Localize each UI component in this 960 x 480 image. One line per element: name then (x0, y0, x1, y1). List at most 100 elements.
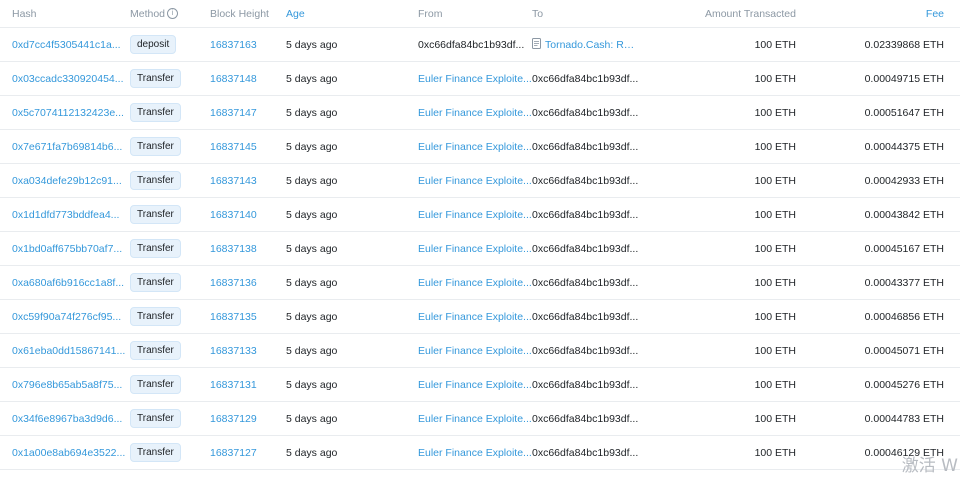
from-address-link[interactable]: Euler Finance Exploite... (418, 345, 532, 357)
header-fee[interactable]: Fee (812, 0, 960, 28)
tx-hash-link[interactable]: 0x1a00e8ab694e3522... (12, 447, 125, 459)
block-link[interactable]: 16837145 (210, 141, 257, 153)
from-address-link[interactable]: Euler Finance Exploite... (418, 209, 532, 221)
fee-cell: 0.00049715 ETH (812, 61, 960, 96)
block-link[interactable]: 16837148 (210, 73, 257, 85)
from-address-link[interactable]: Euler Finance Exploite... (418, 413, 532, 425)
block-link[interactable]: 16837135 (210, 311, 257, 323)
method-badge: Transfer (130, 69, 181, 88)
tx-hash-link[interactable]: 0x61eba0dd15867141... (12, 345, 125, 357)
to-address-link[interactable]: 0xc66dfa84bc1b93df... (532, 243, 638, 255)
tx-hash-cell: 0xa680af6b916cc1a8f... (0, 265, 130, 300)
block-link[interactable]: 16837147 (210, 107, 257, 119)
table-row[interactable]: 0x61eba0dd15867141... Transfer 16837133 … (0, 333, 960, 368)
method-badge: Transfer (130, 375, 181, 394)
tx-hash-link[interactable]: 0xa034defe29b12c91... (12, 175, 122, 187)
tx-hash-cell: 0x61eba0dd15867141... (0, 333, 130, 368)
tx-hash-link[interactable]: 0x1d1dfd773bddfea4... (12, 209, 119, 221)
to-cell: Tornado.Cash: Rou... (532, 27, 652, 62)
from-address-link[interactable]: Euler Finance Exploite... (418, 73, 532, 85)
table-row[interactable]: 0x796e8b65ab5a8f75... Transfer 16837131 … (0, 367, 960, 402)
fee-text: 0.00044783 ETH (864, 412, 944, 425)
info-icon[interactable]: i (167, 8, 179, 20)
block-link[interactable]: 16837140 (210, 209, 257, 221)
to-address-link[interactable]: 0xc66dfa84bc1b93df... (532, 141, 638, 153)
from-address-link[interactable]: 0xc66dfa84bc1b93df... (418, 39, 524, 51)
tx-hash-link[interactable]: 0x03ccadc330920454... (12, 73, 124, 85)
fee-text: 0.00051647 ETH (864, 106, 944, 119)
to-address-link[interactable]: 0xc66dfa84bc1b93df... (532, 73, 638, 85)
from-address-link[interactable]: Euler Finance Exploite... (418, 447, 532, 459)
table-row[interactable]: 0x03ccadc330920454... Transfer 16837148 … (0, 61, 960, 96)
to-address-link[interactable]: 0xc66dfa84bc1b93df... (532, 277, 638, 289)
amount-cell: 100 ETH (652, 27, 812, 62)
age-cell: 5 days ago (286, 401, 418, 436)
table-row[interactable]: 0x1d1dfd773bddfea4... Transfer 16837140 … (0, 197, 960, 232)
tx-hash-link[interactable]: 0x7e671fa7b69814b6... (12, 141, 122, 153)
block-link[interactable]: 16837133 (210, 345, 257, 357)
table-row[interactable]: 0x7e671fa7b69814b6... Transfer 16837145 … (0, 129, 960, 164)
amount-cell: 100 ETH (652, 61, 812, 96)
from-address-link[interactable]: Euler Finance Exploite... (418, 311, 532, 323)
to-address-link[interactable]: 0xc66dfa84bc1b93df... (532, 311, 638, 323)
method-badge: Transfer (130, 273, 181, 292)
method-badge: Transfer (130, 341, 181, 360)
block-cell: 16837129 (210, 401, 286, 436)
tx-hash-link[interactable]: 0xc59f90a74f276cf95... (12, 311, 121, 323)
tx-hash-link[interactable]: 0x796e8b65ab5a8f75... (12, 379, 122, 391)
from-cell: Euler Finance Exploite... (418, 231, 532, 266)
to-address-link[interactable]: 0xc66dfa84bc1b93df... (532, 209, 638, 221)
tx-hash-link[interactable]: 0xd7cc4f5305441c1a... (12, 39, 121, 51)
block-link[interactable]: 16837138 (210, 243, 257, 255)
table-row[interactable]: 0xc59f90a74f276cf95... Transfer 16837135… (0, 299, 960, 334)
method-cell: Transfer (130, 61, 210, 96)
amount-text: 100 ETH (754, 242, 796, 255)
fee-text: 0.00044375 ETH (864, 140, 944, 153)
table-row[interactable]: 0x34f6e8967ba3d9d6... Transfer 16837129 … (0, 401, 960, 436)
method-badge: Transfer (130, 171, 181, 190)
block-link[interactable]: 16837129 (210, 413, 257, 425)
to-address-link[interactable]: 0xc66dfa84bc1b93df... (532, 447, 638, 459)
method-cell: Transfer (130, 163, 210, 198)
table-row[interactable]: 0x5c7074112132423e... Transfer 16837147 … (0, 95, 960, 130)
table-row[interactable]: 0xd7cc4f5305441c1a... deposit 16837163 5… (0, 27, 960, 62)
to-address-link[interactable]: 0xc66dfa84bc1b93df... (532, 345, 638, 357)
to-address-link[interactable]: 0xc66dfa84bc1b93df... (532, 379, 638, 391)
to-address-link[interactable]: 0xc66dfa84bc1b93df... (532, 413, 638, 425)
tx-hash-link[interactable]: 0x1bd0aff675bb70af7... (12, 243, 122, 255)
from-address-link[interactable]: Euler Finance Exploite... (418, 175, 532, 187)
block-link[interactable]: 16837143 (210, 175, 257, 187)
from-address-link[interactable]: Euler Finance Exploite... (418, 141, 532, 153)
from-address-link[interactable]: Euler Finance Exploite... (418, 107, 532, 119)
header-age[interactable]: Age (286, 0, 418, 28)
fee-cell: 0.02339868 ETH (812, 27, 960, 62)
to-address-link[interactable]: 0xc66dfa84bc1b93df... (532, 175, 638, 187)
table-row[interactable]: 0x1bd0aff675bb70af7... Transfer 16837138… (0, 231, 960, 266)
tx-hash-cell: 0xa034defe29b12c91... (0, 163, 130, 198)
block-link[interactable]: 16837136 (210, 277, 257, 289)
to-cell: 0xc66dfa84bc1b93df... (532, 197, 652, 232)
tx-hash-link[interactable]: 0xa680af6b916cc1a8f... (12, 277, 124, 289)
table-row[interactable]: 0xa034defe29b12c91... Transfer 16837143 … (0, 163, 960, 198)
to-address-link[interactable]: 0xc66dfa84bc1b93df... (532, 107, 638, 119)
block-link[interactable]: 16837127 (210, 447, 257, 459)
to-cell: 0xc66dfa84bc1b93df... (532, 61, 652, 96)
table-row[interactable]: 0xa680af6b916cc1a8f... Transfer 16837136… (0, 265, 960, 300)
method-badge: deposit (130, 35, 177, 54)
tx-hash-link[interactable]: 0x34f6e8967ba3d9d6... (12, 413, 122, 425)
tx-hash-cell: 0x7e671fa7b69814b6... (0, 129, 130, 164)
from-cell: Euler Finance Exploite... (418, 333, 532, 368)
block-link[interactable]: 16837131 (210, 379, 257, 391)
from-address-link[interactable]: Euler Finance Exploite... (418, 379, 532, 391)
from-address-link[interactable]: Euler Finance Exploite... (418, 243, 532, 255)
amount-cell: 100 ETH (652, 401, 812, 436)
block-link[interactable]: 16837163 (210, 39, 257, 51)
fee-cell: 0.00046856 ETH (812, 299, 960, 334)
from-cell: 0xc66dfa84bc1b93df... (418, 27, 532, 62)
amount-text: 100 ETH (754, 72, 796, 85)
table-row[interactable]: 0x1a00e8ab694e3522... Transfer 16837127 … (0, 435, 960, 470)
from-address-link[interactable]: Euler Finance Exploite... (418, 277, 532, 289)
age-cell: 5 days ago (286, 95, 418, 130)
tx-hash-link[interactable]: 0x5c7074112132423e... (12, 107, 124, 119)
to-address-link[interactable]: Tornado.Cash: Rou... (545, 39, 640, 51)
